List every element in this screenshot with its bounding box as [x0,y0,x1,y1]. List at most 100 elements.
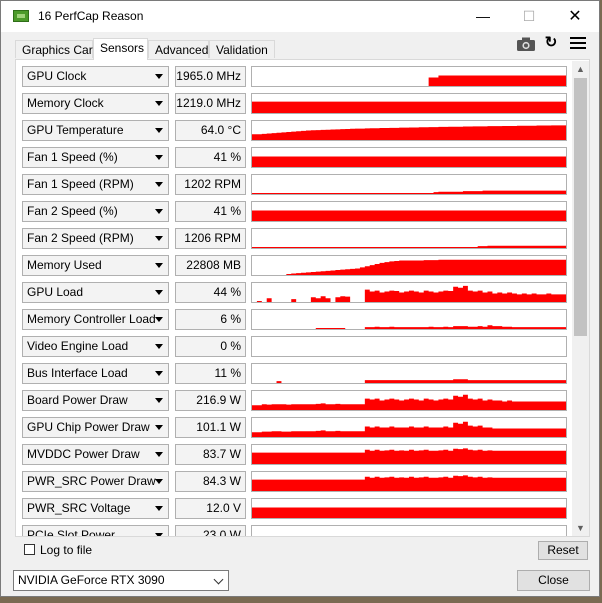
sensor-name: Memory Clock [27,96,104,110]
sensor-row: Fan 1 Speed (%) 41 % [22,147,567,168]
sensor-name-dropdown[interactable]: PCIe Slot Power [22,525,169,536]
log-to-file-label: Log to file [40,543,93,557]
scroll-down-button[interactable]: ▼ [572,520,589,536]
sensor-name-dropdown[interactable]: GPU Temperature [22,120,169,141]
sensor-graph [251,498,567,519]
sensor-graph-area [252,101,566,113]
tab-validation[interactable]: Validation [209,40,275,58]
sensor-graph [251,120,567,141]
dropdown-arrow-icon [155,371,163,376]
sensor-name-dropdown[interactable]: Memory Clock [22,93,169,114]
sensor-name: Fan 2 Speed (%) [27,204,118,218]
sensor-row: Fan 2 Speed (%) 41 % [22,201,567,222]
gpu-select-value: NVIDIA GeForce RTX 3090 [18,573,165,587]
sensor-graph-area [252,190,566,194]
app-icon [13,10,29,22]
gpu-select[interactable]: NVIDIA GeForce RTX 3090 [13,570,229,591]
camera-icon[interactable] [516,36,536,52]
sensor-name: PCIe Slot Power [27,528,116,536]
sensor-graph [251,66,567,87]
sensor-name-dropdown[interactable]: Memory Controller Load [22,309,169,330]
sensor-name-dropdown[interactable]: PWR_SRC Voltage [22,498,169,519]
sensor-graph-area [252,475,566,491]
maximize-button[interactable]: ☐ [506,1,552,32]
sensor-graph-area [252,394,566,410]
sensor-graph [251,201,567,222]
sensor-value: 22808 MB [175,255,246,276]
sensor-value: 64.0 °C [175,120,246,141]
scroll-up-button[interactable]: ▲ [572,61,589,77]
sensor-name-dropdown[interactable]: Fan 1 Speed (%) [22,147,169,168]
dropdown-arrow-icon [155,182,163,187]
dropdown-arrow-icon [155,398,163,403]
close-window-button[interactable]: ✕ [552,1,598,32]
sensor-value: 84.3 W [175,471,246,492]
sensor-row: GPU Temperature 64.0 °C [22,120,567,141]
sensor-value: 1202 RPM [175,174,246,195]
sensor-graph-area [252,285,566,302]
sensor-graph-area [252,379,566,383]
sensor-name-dropdown[interactable]: GPU Clock [22,66,169,87]
scroll-thumb[interactable] [574,78,587,336]
dropdown-arrow-icon [155,452,163,457]
sensor-name-dropdown[interactable]: GPU Load [22,282,169,303]
sensor-name: Memory Used [27,258,102,272]
sensor-value: 1206 RPM [175,228,246,249]
sensor-name-dropdown[interactable]: Fan 1 Speed (RPM) [22,174,169,195]
menu-icon[interactable] [570,37,586,51]
tab-sensors[interactable]: Sensors [93,38,148,60]
close-button[interactable]: Close [517,570,590,591]
sensor-name-dropdown[interactable]: MVDDC Power Draw [22,444,169,465]
sensor-value: 41 % [175,147,246,168]
sensor-name-dropdown[interactable]: PWR_SRC Power Draw [22,471,169,492]
minimize-button[interactable]: — [460,1,506,32]
sensor-value: 11 % [175,363,246,384]
tab-advanced[interactable]: Advanced [148,40,209,58]
sensor-name-dropdown[interactable]: Fan 2 Speed (%) [22,201,169,222]
sensor-name: GPU Load [27,285,84,299]
chevron-down-icon [213,574,224,585]
sensor-row: GPU Chip Power Draw 101.1 W [22,417,567,438]
sensor-row: Video Engine Load 0 % [22,336,567,357]
sensor-graph [251,336,567,357]
sensor-value: 44 % [175,282,246,303]
sensor-name-dropdown[interactable]: Board Power Draw [22,390,169,411]
vertical-scrollbar[interactable]: ▲ ▼ [572,61,589,536]
dropdown-arrow-icon [155,128,163,133]
sensor-name-dropdown[interactable]: Bus Interface Load [22,363,169,384]
sensor-graph-area [252,325,566,329]
sensor-name-dropdown[interactable]: Memory Used [22,255,169,276]
dropdown-arrow-icon [155,209,163,214]
dropdown-arrow-icon [155,155,163,160]
dropdown-arrow-icon [155,506,163,511]
sensor-graph-area [252,210,566,221]
sensor-row: Memory Clock 1219.0 MHz [22,93,567,114]
sensor-name: Fan 1 Speed (%) [27,150,118,164]
sensor-graph-area [252,156,566,167]
dropdown-arrow-icon [155,263,163,268]
sensor-value: 1965.0 MHz [175,66,246,87]
sensor-graph [251,417,567,438]
title-bar[interactable]: 16 PerfCap Reason — ☐ ✕ [1,1,599,32]
refresh-icon[interactable]: ↻ [543,35,559,51]
dropdown-arrow-icon [155,236,163,241]
sensor-name-dropdown[interactable]: GPU Chip Power Draw [22,417,169,438]
sensor-graph-area [252,507,566,518]
sensor-graph-area [252,245,566,248]
sensor-graph-area [252,125,566,140]
sensor-graph-area [252,421,566,437]
sensors-panel: GPU Clock 1965.0 MHz Memory Clock 1219.0 MH… [15,59,590,537]
sensor-name-dropdown[interactable]: Video Engine Load [22,336,169,357]
sensor-graph [251,471,567,492]
sensor-row: Memory Controller Load 6 % [22,309,567,330]
log-to-file-checkbox[interactable] [24,544,35,555]
dropdown-arrow-icon [155,425,163,430]
reset-button[interactable]: Reset [538,541,588,560]
dropdown-arrow-icon [155,344,163,349]
sensor-row: Board Power Draw 216.9 W [22,390,567,411]
tab-graphics-card[interactable]: Graphics Card [15,40,99,58]
sensor-row: PWR_SRC Power Draw 84.3 W [22,471,567,492]
sensor-name-dropdown[interactable]: Fan 2 Speed (RPM) [22,228,169,249]
sensor-name: GPU Chip Power Draw [27,420,150,434]
sensor-row: Memory Used 22808 MB [22,255,567,276]
